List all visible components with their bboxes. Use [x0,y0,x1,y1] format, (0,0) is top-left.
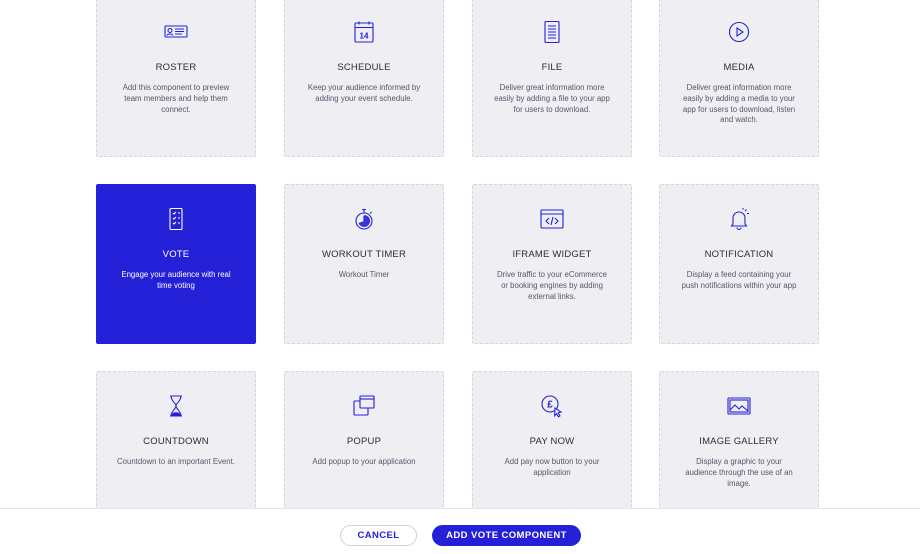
popup-icon [285,394,443,418]
file-icon [473,20,631,44]
vote-icon [97,207,255,231]
component-card-countdown[interactable]: COUNTDOWN Countdown to an important Even… [96,371,256,531]
component-card-pay-now[interactable]: £ PAY NOW Add pay now button to your app… [472,371,632,531]
component-card-file[interactable]: FILE Deliver great information more easi… [472,0,632,157]
component-card-notification[interactable]: NOTIFICATION Display a feed containing y… [659,184,819,344]
component-title: ROSTER [155,62,197,73]
component-title: NOTIFICATION [704,249,774,260]
component-description: Engage your audience with real time voti… [121,270,231,290]
component-description: Deliver great information more easily by… [682,83,796,125]
cancel-button[interactable]: CANCEL [340,525,417,546]
component-description: Drive traffic to your eCommerce or booki… [497,270,607,301]
component-card-roster[interactable]: ROSTER Add this component to preview tea… [96,0,256,157]
component-title: FILE [541,62,563,73]
component-card-schedule[interactable]: 14 SCHEDULE Keep your audience informed … [284,0,444,157]
component-title: MEDIA [723,62,755,73]
component-title: IFRAME WIDGET [512,249,592,260]
component-card-image-gallery[interactable]: IMAGE GALLERY Display a graphic to your … [659,371,819,531]
component-title: IMAGE GALLERY [699,436,779,447]
pound-click-icon: £ [473,394,631,418]
add-vote-component-button[interactable]: ADD VOTE COMPONENT [432,525,581,546]
image-icon [660,394,818,418]
component-title: VOTE [162,249,190,260]
code-window-icon [473,207,631,231]
component-title: PAY NOW [529,436,575,447]
component-description: Display a feed containing your push noti… [681,270,797,290]
component-title: POPUP [346,436,382,447]
stopwatch-icon [285,207,443,231]
component-description: Display a graphic to your audience throu… [685,457,793,488]
component-description: Add this component to preview team membe… [122,83,230,114]
component-title: SCHEDULE [337,62,391,73]
component-grid: ROSTER Add this component to preview tea… [0,0,920,553]
svg-text:14: 14 [360,32,369,41]
component-card-popup[interactable]: POPUP Add popup to your application [284,371,444,531]
svg-text:£: £ [547,400,553,411]
component-card-workout-timer[interactable]: WORKOUT TIMER Workout Timer [284,184,444,344]
bell-icon [660,207,818,231]
calendar-icon: 14 [285,20,443,44]
component-description: Workout Timer [338,270,390,279]
hourglass-icon [97,394,255,418]
component-description: Add pay now button to your application [504,457,600,477]
roster-icon [97,20,255,44]
component-description: Add popup to your application [312,457,416,466]
footer-action-bar: CANCEL ADD VOTE COMPONENT [0,508,920,554]
component-card-media[interactable]: MEDIA Deliver great information more eas… [659,0,819,157]
component-title: WORKOUT TIMER [321,249,407,260]
component-description: Deliver great information more easily by… [494,83,610,114]
component-description: Countdown to an important Event. [117,457,235,466]
play-icon [660,20,818,44]
component-title: COUNTDOWN [143,436,209,447]
component-card-vote[interactable]: VOTE Engage your audience with real time… [96,184,256,344]
component-card-iframe-widget[interactable]: IFRAME WIDGET Drive traffic to your eCom… [472,184,632,344]
component-description: Keep your audience informed by adding yo… [307,83,421,103]
